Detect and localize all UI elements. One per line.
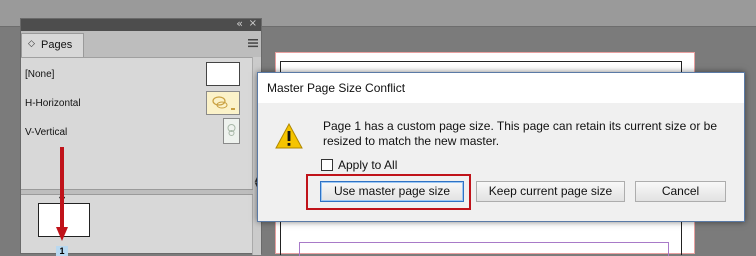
close-icon[interactable]: ×	[249, 17, 257, 31]
master-thumbnail[interactable]	[206, 62, 240, 86]
master-label: [None]	[25, 69, 55, 80]
master-thumbnail-art	[227, 124, 236, 136]
panel-tab-row: ◇ Pages	[21, 31, 261, 58]
tab-chevron-icon: ◇	[28, 39, 35, 49]
master-item-v-vertical[interactable]: V-Vertical	[21, 118, 241, 147]
apply-to-all-label[interactable]: Apply to All	[338, 158, 397, 172]
tab-label: Pages	[41, 39, 73, 51]
master-label: V-Vertical	[25, 127, 68, 138]
cancel-button[interactable]: Cancel	[635, 181, 726, 202]
dialog-titlebar[interactable]: Master Page Size Conflict	[258, 73, 744, 103]
dialog-title: Master Page Size Conflict	[267, 81, 406, 95]
collapse-icon[interactable]: «	[236, 17, 243, 31]
master-item-h-horizontal[interactable]: H-Horizontal	[21, 90, 241, 118]
master-thumbnail[interactable]	[223, 118, 240, 144]
master-thumbnail[interactable]	[206, 91, 240, 115]
tab-pages[interactable]: ◇ Pages	[21, 33, 84, 57]
master-page-size-conflict-dialog: Master Page Size Conflict Page 1 has a c…	[257, 72, 745, 222]
keep-current-page-size-button[interactable]: Keep current page size	[476, 181, 625, 202]
master-thumbnail-art	[212, 96, 235, 110]
hamburger-menu-icon[interactable]	[247, 37, 259, 49]
pages-panel: « × ◇ Pages [None] H-Horizontal V-Vertic…	[20, 17, 262, 256]
warning-triangle-icon	[275, 123, 303, 149]
master-item-none[interactable]: [None]	[21, 61, 241, 89]
apply-to-all-checkbox[interactable]	[321, 159, 333, 171]
use-master-page-size-button[interactable]: Use master page size	[320, 181, 464, 202]
red-down-arrow	[56, 147, 68, 241]
page-number-label[interactable]: 1	[56, 246, 68, 256]
master-label: H-Horizontal	[25, 98, 81, 109]
dialog-message: Page 1 has a custom page size. This page…	[323, 119, 717, 148]
panel-titlebar[interactable]: « ×	[21, 17, 261, 31]
